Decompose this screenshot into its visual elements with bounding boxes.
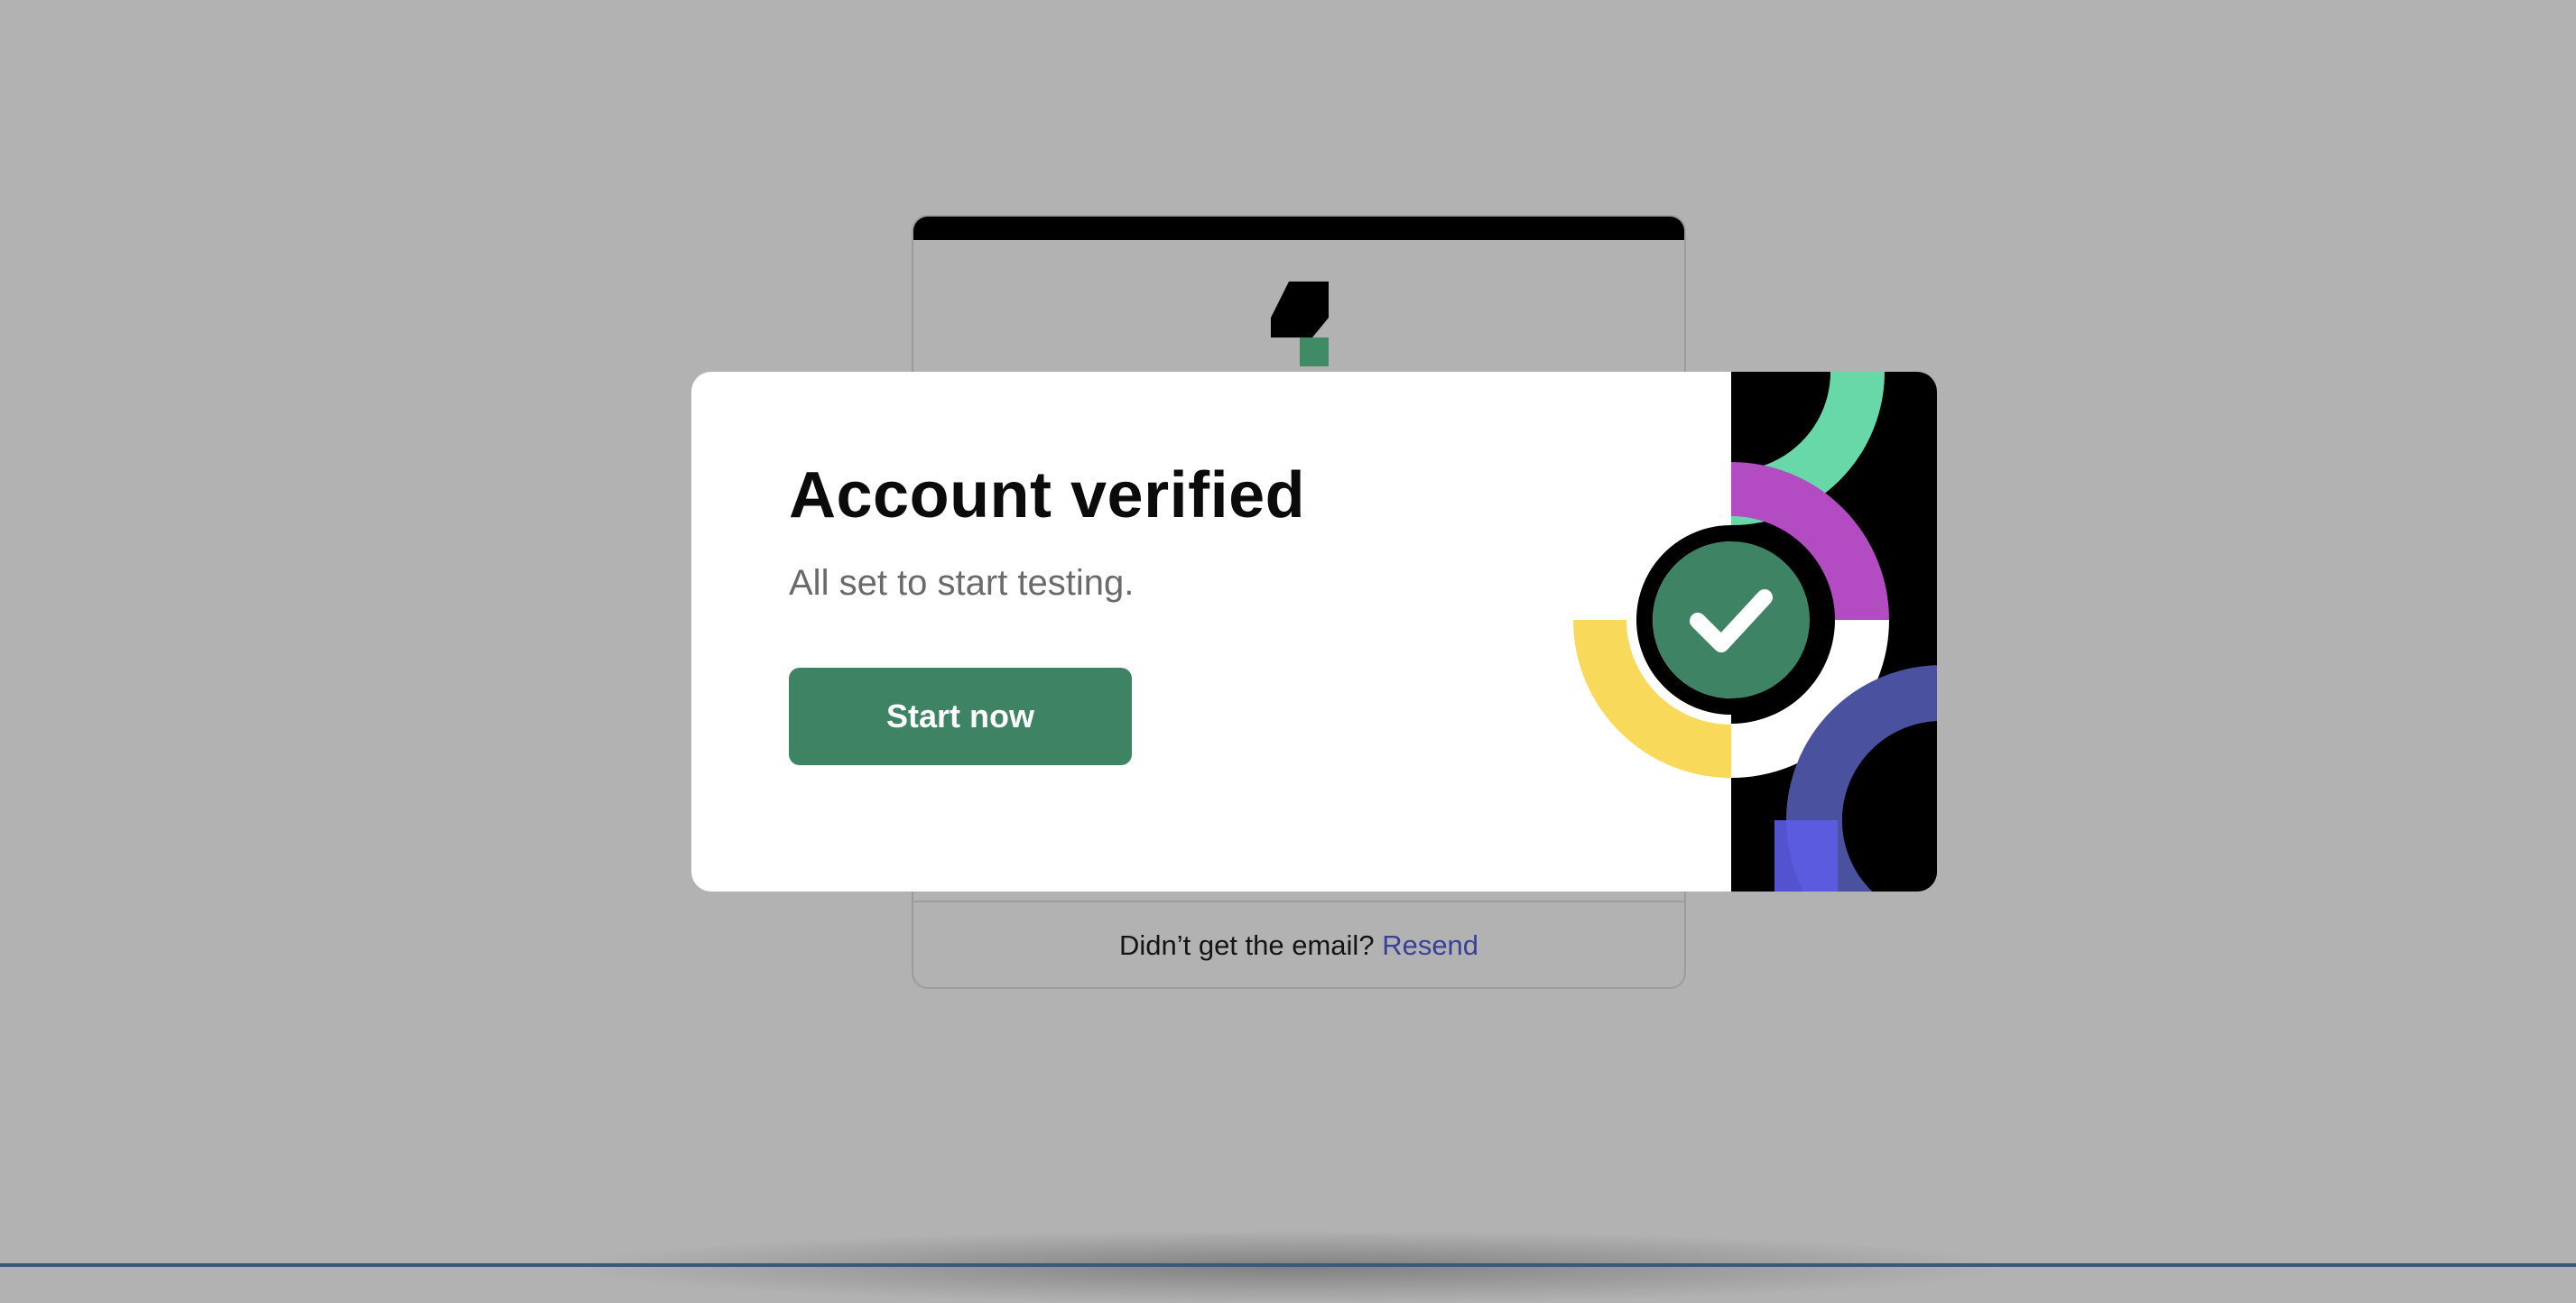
window-bottom-shadow [578,1231,2004,1303]
resend-link[interactable]: Resend [1382,929,1478,961]
resend-email-row: Didn’t get the email? Resend [913,929,1684,962]
checkmark-icon [1653,541,1810,698]
modal-subtitle: All set to start testing. [789,563,1135,603]
brand-logo-icon [1271,282,1329,366]
window-bottom-edge [0,1263,2576,1267]
account-verified-modal: Account verified All set to start testin… [691,372,1937,892]
background-card-divider [913,901,1684,902]
start-now-button[interactable]: Start now [789,668,1132,765]
modal-title: Account verified [789,459,1306,531]
resend-prompt-text: Didn’t get the email? [1118,929,1375,961]
background-card-topbar [913,217,1684,240]
